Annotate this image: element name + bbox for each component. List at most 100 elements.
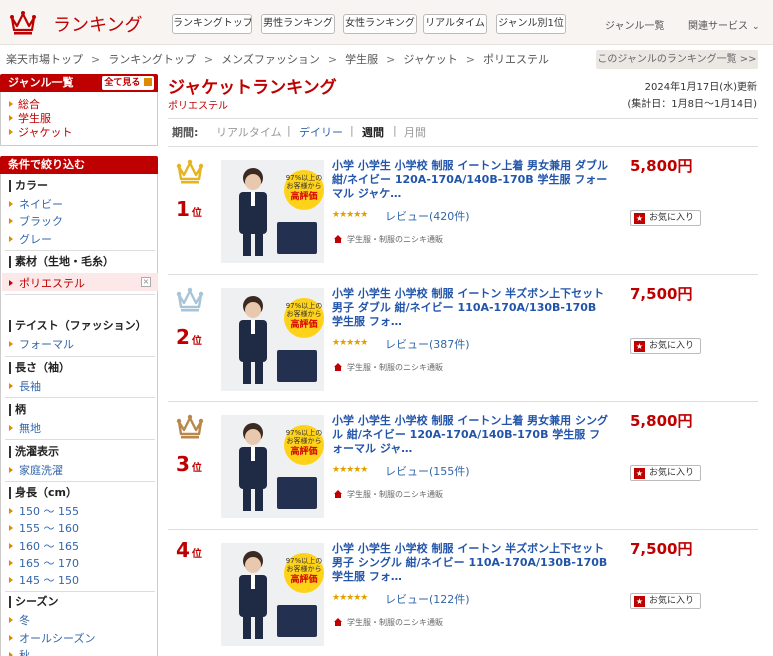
product-name[interactable]: 小学 小学生 小学校 制服 イートン 半ズボン上下セット 男子 シングル 紺/ネ…: [332, 542, 610, 584]
badge-line: お客様から: [286, 437, 322, 445]
page-title: ジャケットランキング: [168, 78, 337, 98]
rank-number: 1位: [176, 197, 202, 221]
period-daily[interactable]: デイリー: [299, 124, 343, 140]
breadcrumb-item[interactable]: ポリエステル: [483, 53, 549, 66]
review-link[interactable]: レビュー(155件): [385, 463, 470, 479]
shop-name: 学生服・制服のニシキ通販: [347, 618, 443, 627]
breadcrumb-item[interactable]: ジャケット: [403, 53, 457, 66]
filter-panel: 条件で絞り込む カラー ネイビー ブラック グレー 素材（生地・毛糸） ポリエス…: [0, 156, 158, 656]
rating-badge: 97%以上の お客様から 高評価: [285, 174, 323, 202]
filter-pattern-title: 柄: [9, 404, 26, 416]
rank-suffix: 位: [191, 549, 202, 560]
shop-link[interactable]: 学生服・制服のニシキ通販: [334, 234, 443, 245]
review-link[interactable]: レビュー(122件): [385, 591, 470, 607]
rank-suffix: 位: [191, 208, 202, 219]
product-name[interactable]: 小学 小学生 小学校 制服 イートン上着 男女兼用 シングル 紺/ネイビー 12…: [332, 414, 610, 456]
filter-panel-body: カラー ネイビー ブラック グレー 素材（生地・毛糸） ポリエステル × テイス…: [0, 174, 158, 656]
shop-link[interactable]: 学生服・制服のニシキ通販: [334, 362, 443, 373]
shop-link[interactable]: 学生服・制服のニシキ通販: [334, 617, 443, 628]
badge-line: 97%以上の: [285, 174, 323, 182]
filter-sleeve-long[interactable]: 長袖: [9, 378, 41, 394]
review-link[interactable]: レビュー(420件): [385, 208, 470, 224]
filter-season-winter[interactable]: 冬: [9, 612, 30, 628]
favorite-button[interactable]: ★ お気に入り: [630, 593, 701, 609]
breadcrumb-item[interactable]: メンズファッション: [221, 53, 320, 66]
breadcrumb-item[interactable]: 楽天市場トップ: [6, 53, 83, 66]
rank-suffix: 位: [191, 463, 202, 474]
favorite-label: お気に入り: [649, 596, 695, 606]
filter-material-polyester[interactable]: ポリエステル: [9, 275, 85, 291]
nav-male-ranking[interactable]: 男性ランキング: [261, 14, 335, 34]
shop-name: 学生服・制服のニシキ通販: [347, 363, 443, 372]
breadcrumb-separator: >: [386, 53, 396, 66]
crown-logo-icon[interactable]: [9, 10, 37, 36]
rank-digit: 2: [176, 325, 190, 349]
divider: [168, 118, 758, 119]
rank-digit: 3: [176, 452, 190, 476]
filter-panel-title: 条件で絞り込む: [8, 158, 85, 171]
rating-stars: ★★★★★: [332, 210, 368, 220]
product-image[interactable]: 97%以上の お客様から 高評価: [221, 160, 324, 263]
filter-wash-home[interactable]: 家庭洗濯: [9, 462, 63, 478]
filter-height-155-160[interactable]: 155 ～ 160: [9, 520, 79, 536]
filter-season-autumn[interactable]: 秋: [9, 647, 30, 656]
filter-color-navy[interactable]: ネイビー: [9, 196, 63, 212]
product-price: 7,500円: [630, 285, 693, 303]
product-name[interactable]: 小学 小学生 小学校 制服 イートン 半ズボン上下セット 男子 ダブル 紺/ネイ…: [332, 287, 610, 329]
filter-color-gray[interactable]: グレー: [9, 231, 52, 247]
star-icon: ★: [634, 596, 645, 607]
see-all-button[interactable]: 全て見る: [102, 76, 154, 90]
rank-suffix: 位: [191, 336, 202, 347]
divider: [5, 397, 155, 398]
period-realtime[interactable]: リアルタイム: [216, 124, 282, 140]
filter-color-black[interactable]: ブラック: [9, 213, 63, 229]
period-monthly[interactable]: 月間: [404, 124, 426, 140]
genre-panel: ジャンル一覧 全て見る 総合 学生服 ジャケット: [0, 74, 158, 146]
product-price: 5,800円: [630, 412, 693, 430]
filter-height-165-170[interactable]: 165 ～ 170: [9, 555, 79, 571]
rating-stars: ★★★★★: [332, 465, 368, 475]
shop-link[interactable]: 学生服・制服のニシキ通販: [334, 489, 443, 500]
rank-crown-icon: [176, 414, 204, 439]
product-image[interactable]: 97%以上の お客様から 高評価: [221, 288, 324, 391]
nav-genre-top[interactable]: ジャンル別1位: [496, 14, 566, 34]
filter-height-160-165[interactable]: 160 ～ 165: [9, 538, 79, 554]
badge-highlight: 高評価: [290, 192, 318, 202]
favorite-button[interactable]: ★ お気に入り: [630, 210, 701, 226]
nav-realtime[interactable]: リアルタイム: [423, 14, 487, 34]
filter-season-all[interactable]: オールシーズン: [9, 630, 95, 646]
product-name[interactable]: 小学 小学生 小学校 制服 イートン上着 男女兼用 ダブル 紺/ネイビー 120…: [332, 159, 610, 201]
genre-ranking-list-link[interactable]: このジャンルのランキング一覧 >>: [596, 50, 758, 69]
filter-height-150-155[interactable]: 150 ～ 155: [9, 503, 79, 519]
related-services-menu[interactable]: 関連サービス ⌄: [688, 17, 760, 32]
favorite-button[interactable]: ★ お気に入り: [630, 465, 701, 481]
genre-list-link[interactable]: ジャンル一覧: [605, 17, 665, 32]
related-services-label: 関連サービス: [688, 21, 748, 32]
nav-female-ranking[interactable]: 女性ランキング: [343, 14, 417, 34]
breadcrumb-item[interactable]: ランキングトップ: [108, 53, 196, 66]
divider: [168, 274, 758, 275]
product-image[interactable]: 97%以上の お客様から 高評価: [221, 415, 324, 518]
filter-sleeve-title: 長さ（袖）: [9, 362, 70, 374]
nav-ranking-top[interactable]: ランキングトップ: [172, 14, 252, 34]
filter-taste-formal[interactable]: フォーマル: [9, 336, 74, 352]
badge-line: 97%以上の: [285, 302, 323, 310]
genre-item-jacket[interactable]: ジャケット: [9, 124, 72, 140]
site-logo-text[interactable]: ランキング: [53, 11, 142, 37]
clear-filter-icon[interactable]: ×: [141, 277, 151, 287]
breadcrumb-item[interactable]: 学生服: [345, 53, 378, 66]
period-weekly[interactable]: 週間: [362, 124, 384, 140]
filter-pattern-plain[interactable]: 無地: [9, 420, 41, 436]
divider: [168, 401, 758, 402]
divider: [5, 294, 155, 295]
favorite-label: お気に入り: [649, 341, 695, 351]
star-icon: ★: [634, 213, 645, 224]
shop-icon: [334, 490, 342, 498]
genre-panel-body: 総合 学生服 ジャケット: [0, 92, 158, 146]
product-image[interactable]: 97%以上の お客様から 高評価: [221, 543, 324, 646]
badge-line: お客様から: [286, 182, 322, 190]
review-link[interactable]: レビュー(387件): [385, 336, 470, 352]
filter-height-145-150[interactable]: 145 ～ 150: [9, 572, 79, 588]
favorite-button[interactable]: ★ お気に入り: [630, 338, 701, 354]
update-info: 2024年1月17日(水)更新 (集計日：1月8日～1月14日): [627, 78, 757, 110]
